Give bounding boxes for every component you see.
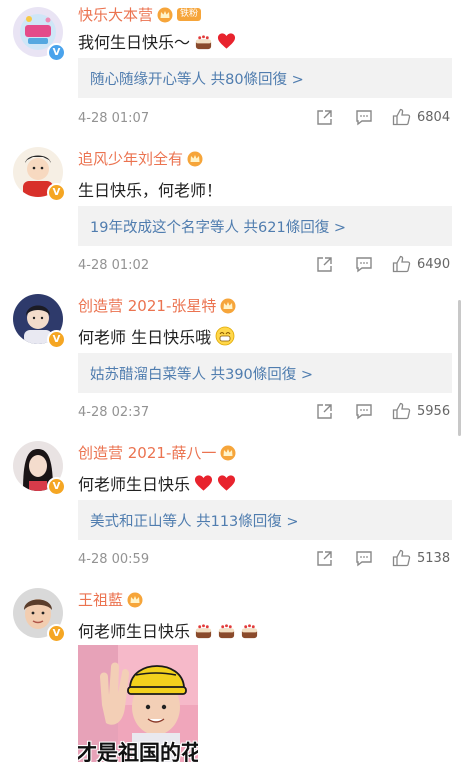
comment-body: 何老师 生日快乐哦	[78, 328, 212, 347]
comment-item: V 创造营 2021-张星特 何老师 生日快乐哦 姑苏醋溜白菜等人 共390條回…	[0, 294, 463, 429]
username-text[interactable]: 追风少年刘全有	[78, 148, 183, 169]
cake-emoji-icon	[195, 623, 212, 638]
share-button[interactable]	[316, 403, 333, 420]
comment-button[interactable]	[355, 403, 373, 420]
verified-v-icon: V	[47, 43, 66, 62]
heart-emoji-icon	[194, 475, 213, 491]
cake-emoji-icon	[195, 34, 212, 49]
heart-emoji-icon	[217, 33, 236, 49]
reply-summary-link[interactable]: 美式和正山等人 共113條回復 >	[78, 500, 452, 540]
username[interactable]: 追风少年刘全有	[78, 148, 203, 169]
like-icon[interactable]	[392, 108, 411, 126]
photo-caption: 才是祖国的花	[78, 741, 198, 762]
username[interactable]: 王祖藍	[78, 589, 143, 610]
like-icon[interactable]	[392, 549, 411, 567]
heart-emoji-icon	[217, 475, 236, 491]
comment-icon[interactable]	[355, 403, 373, 420]
timestamp: 4-28 01:02	[78, 257, 150, 273]
verified-v-icon: V	[47, 624, 66, 643]
timestamp: 4-28 02:37	[78, 404, 150, 420]
comment-body: 我何生日快乐～	[78, 33, 191, 52]
comment-text: 我何生日快乐～	[78, 29, 236, 53]
username[interactable]: 创造营 2021-张星特	[78, 295, 236, 316]
comment-icon[interactable]	[355, 550, 373, 567]
comment-text: 何老师 生日快乐哦	[78, 324, 235, 348]
comment-text: 生日快乐，何老师！	[78, 177, 222, 201]
share-icon[interactable]	[316, 550, 333, 567]
like-button[interactable]: 6804	[392, 108, 450, 126]
comment-body: 何老师生日快乐	[78, 622, 191, 641]
like-count: 6490	[417, 256, 451, 272]
like-count: 5138	[417, 550, 451, 566]
reply-summary-text[interactable]: 19年改成这个名字等人 共621條回復 >	[90, 216, 346, 237]
share-icon[interactable]	[316, 256, 333, 273]
timestamp: 4-28 00:59	[78, 551, 150, 567]
timestamp: 4-28 01:07	[78, 110, 150, 126]
reply-summary-link[interactable]: 随心随缘开心等人 共80條回復 >	[78, 58, 452, 98]
scrollbar[interactable]	[458, 300, 461, 436]
reply-summary-link[interactable]: 19年改成这个名字等人 共621條回復 >	[78, 206, 452, 246]
username-text[interactable]: 创造营 2021-薛八一	[78, 442, 216, 463]
comment-body: 生日快乐，何老师！	[78, 181, 223, 200]
like-icon[interactable]	[392, 402, 411, 420]
crown-badge-icon	[157, 7, 173, 22]
like-icon[interactable]	[392, 255, 411, 273]
cake-emoji-icon	[218, 623, 235, 638]
like-button[interactable]: 6490	[392, 255, 450, 273]
crown-badge-icon	[220, 445, 236, 460]
like-count: 5956	[417, 403, 451, 419]
reply-summary-text[interactable]: 随心随缘开心等人 共80條回復 >	[90, 68, 304, 89]
comment-text: 何老师生日快乐	[78, 471, 236, 495]
reply-summary-link[interactable]: 姑苏醋溜白菜等人 共390條回復 >	[78, 353, 452, 393]
comment-text: 何老师生日快乐	[78, 618, 259, 642]
like-button[interactable]: 5956	[392, 402, 450, 420]
grin-emoji-icon	[215, 326, 235, 346]
reply-summary-text[interactable]: 姑苏醋溜白菜等人 共390條回復 >	[90, 363, 313, 384]
comment-body: 何老师生日快乐	[78, 475, 191, 494]
username-text[interactable]: 创造营 2021-张星特	[78, 295, 216, 316]
crown-badge-icon	[220, 298, 236, 313]
comment-item: V 创造营 2021-薛八一 何老师生日快乐 美式和正山等人 共113條回復 >…	[0, 441, 463, 576]
share-button[interactable]	[316, 256, 333, 273]
comment-button[interactable]	[355, 256, 373, 273]
comment-item: V 王祖藍 何老师生日快乐	[0, 588, 463, 762]
like-button[interactable]: 5138	[392, 549, 450, 567]
share-icon[interactable]	[316, 109, 333, 126]
verified-v-icon: V	[47, 183, 66, 202]
username-text[interactable]: 王祖藍	[78, 589, 123, 610]
crown-badge-icon	[187, 151, 203, 166]
reply-summary-text[interactable]: 美式和正山等人 共113條回復 >	[90, 510, 299, 531]
comment-button[interactable]	[355, 109, 373, 126]
username-text[interactable]: 快乐大本营	[78, 4, 153, 25]
cake-emoji-icon	[241, 623, 258, 638]
crown-badge-icon	[127, 592, 143, 607]
username[interactable]: 快乐大本营 铁粉	[78, 4, 202, 25]
username[interactable]: 创造营 2021-薛八一	[78, 442, 236, 463]
comment-item: V 追风少年刘全有 生日快乐，何老师！ 19年改成这个名字等人 共621條回復 …	[0, 147, 463, 282]
share-button[interactable]	[316, 550, 333, 567]
comment-photo[interactable]: 才是祖国的花	[78, 645, 198, 762]
verified-v-icon: V	[47, 477, 66, 496]
share-icon[interactable]	[316, 403, 333, 420]
comment-item: V 快乐大本营 铁粉 我何生日快乐～ 随心随缘开心等人 共80條回復 > 4-2…	[0, 0, 463, 135]
fan-badge: 铁粉	[177, 8, 202, 21]
verified-v-icon: V	[47, 330, 66, 349]
comment-button[interactable]	[355, 550, 373, 567]
comment-icon[interactable]	[355, 256, 373, 273]
comment-icon[interactable]	[355, 109, 373, 126]
like-count: 6804	[417, 109, 451, 125]
share-button[interactable]	[316, 109, 333, 126]
